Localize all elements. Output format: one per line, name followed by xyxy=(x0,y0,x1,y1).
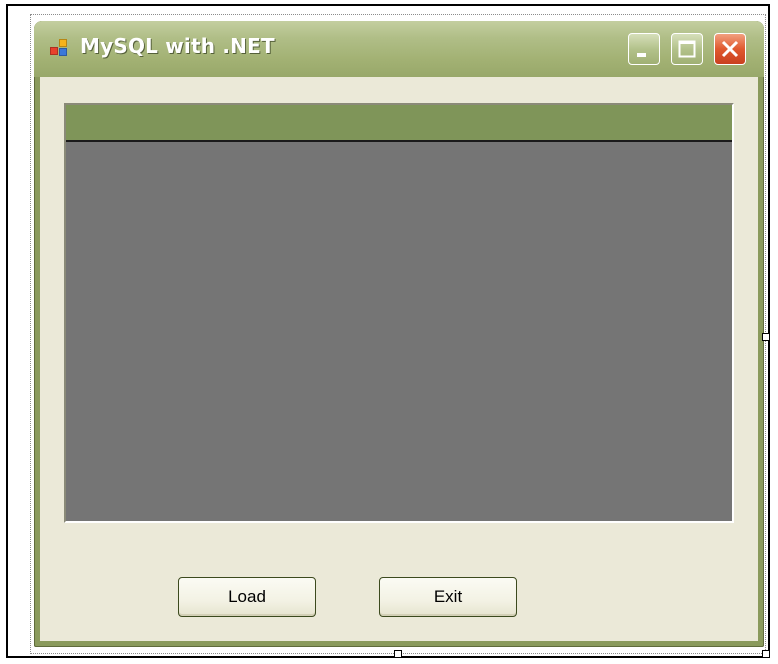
close-icon xyxy=(721,40,739,58)
data-grid-header xyxy=(66,105,732,142)
resize-handle-corner[interactable] xyxy=(762,650,770,658)
designer-canvas: MySQL with .NET Load Exit xyxy=(0,0,778,664)
title-bar[interactable]: MySQL with .NET xyxy=(34,21,764,77)
minimize-button[interactable] xyxy=(628,33,660,65)
form-window: MySQL with .NET Load Exit xyxy=(34,21,764,647)
minimize-icon xyxy=(637,53,646,57)
maximize-icon xyxy=(678,40,696,58)
window-title: MySQL with .NET xyxy=(80,34,275,58)
close-button[interactable] xyxy=(714,33,746,65)
maximize-button[interactable] xyxy=(671,33,703,65)
exit-button[interactable]: Exit xyxy=(379,577,517,617)
data-grid-view[interactable] xyxy=(64,103,734,523)
form-client-area: Load Exit xyxy=(40,77,758,641)
resize-handle-right[interactable] xyxy=(762,333,770,341)
load-button[interactable]: Load xyxy=(178,577,316,617)
resize-handle-bottom[interactable] xyxy=(394,650,402,658)
app-icon xyxy=(50,39,68,57)
